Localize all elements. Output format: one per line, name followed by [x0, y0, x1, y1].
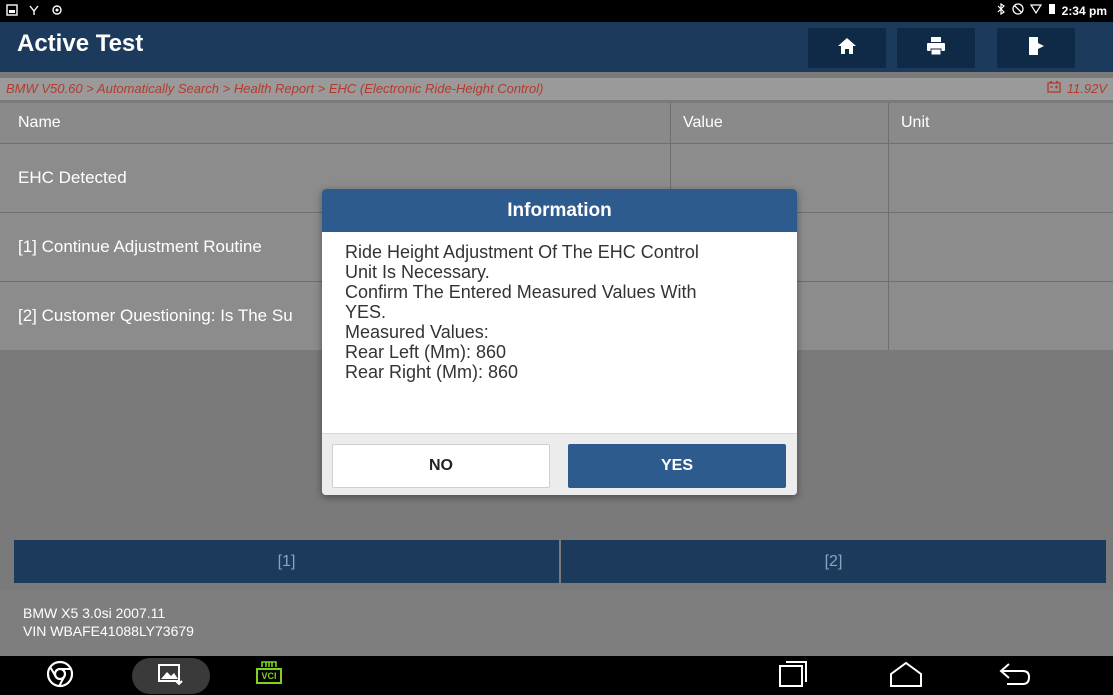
- dialog-line: Ride Height Adjustment Of The EHC Contro…: [345, 242, 699, 262]
- gallery-icon: [157, 662, 185, 691]
- screenshot-notification-icon: [6, 4, 18, 19]
- dialog-title: Information: [322, 189, 797, 232]
- brightness-icon: [50, 3, 64, 20]
- back-button[interactable]: [997, 660, 1033, 693]
- usb-icon: [28, 4, 40, 19]
- column-header-unit: Unit: [888, 103, 1109, 143]
- voltage-value: 11.92V: [1066, 81, 1107, 96]
- wifi-icon: [1029, 3, 1042, 18]
- printer-icon: [925, 36, 947, 61]
- print-button[interactable]: [897, 28, 975, 68]
- column-header-name: Name: [18, 114, 61, 131]
- android-nav-bar: VCI: [0, 656, 1113, 695]
- recent-apps-icon: [777, 660, 809, 693]
- table-header: Name Value Unit: [0, 103, 1113, 143]
- option-1-button[interactable]: [1]: [14, 540, 559, 583]
- page-title: Active Test: [17, 30, 144, 57]
- vehicle-info-bar: BMW X5 3.0si 2007.11 VIN WBAFE41088LY736…: [0, 590, 1113, 656]
- dialog-line: Measured Values:: [345, 322, 489, 342]
- breadcrumb: BMW V50.60 > Automatically Search > Heal…: [6, 81, 544, 96]
- no-button[interactable]: NO: [332, 444, 550, 488]
- back-icon: [997, 660, 1033, 693]
- exit-icon: [1026, 35, 1046, 62]
- home-icon: [837, 36, 857, 61]
- home-button[interactable]: [808, 28, 886, 68]
- vci-button[interactable]: VCI: [256, 660, 282, 684]
- dialog-line: YES.: [345, 302, 387, 322]
- chrome-icon: [46, 660, 74, 693]
- status-bar: 2:34 pm: [0, 0, 1113, 22]
- title-bar: Active Test: [0, 22, 1113, 72]
- dialog-message: Ride Height Adjustment Of The EHC Contro…: [322, 232, 797, 425]
- battery-voltage: 11.92V: [1047, 81, 1107, 96]
- row-unit: [888, 213, 1109, 281]
- chrome-button[interactable]: [46, 660, 74, 693]
- home-outline-icon: [888, 660, 924, 693]
- dialog-line: Rear Left (Mm): 860: [345, 342, 507, 362]
- vehicle-vin: VIN WBAFE41088LY73679: [23, 623, 194, 639]
- breadcrumb-bar: BMW V50.60 > Automatically Search > Heal…: [0, 78, 1113, 100]
- car-battery-icon: [1047, 81, 1061, 96]
- action-buttons: [1] [2]: [14, 540, 1106, 583]
- do-not-disturb-icon: [1011, 3, 1024, 18]
- row-unit: [888, 282, 1109, 350]
- option-2-button[interactable]: [2]: [561, 540, 1106, 583]
- home-nav-button[interactable]: [888, 660, 924, 693]
- exit-button[interactable]: [997, 28, 1075, 68]
- vehicle-model: BMW X5 3.0si 2007.11: [23, 605, 166, 621]
- vehicle-info: BMW X5 3.0si 2007.11 VIN WBAFE41088LY736…: [23, 604, 194, 640]
- information-dialog: Information Ride Height Adjustment Of Th…: [322, 189, 797, 495]
- column-header-value: Value: [670, 103, 888, 143]
- row-unit: [888, 144, 1109, 212]
- recent-apps-button[interactable]: [777, 660, 809, 693]
- vci-label: VCI: [256, 668, 282, 684]
- dialog-footer: NO YES: [322, 433, 797, 495]
- bluetooth-icon: [996, 2, 1006, 18]
- dialog-line: Rear Right (Mm): 860: [345, 362, 519, 382]
- clock: 2:34 pm: [1061, 3, 1107, 18]
- dialog-line: Unit Is Necessary.: [345, 262, 490, 282]
- vci-icon: VCI: [256, 660, 282, 684]
- battery-icon: [1048, 3, 1056, 18]
- gallery-button[interactable]: [132, 658, 210, 694]
- dialog-line: Confirm The Entered Measured Values With: [345, 282, 697, 302]
- yes-button[interactable]: YES: [568, 444, 786, 488]
